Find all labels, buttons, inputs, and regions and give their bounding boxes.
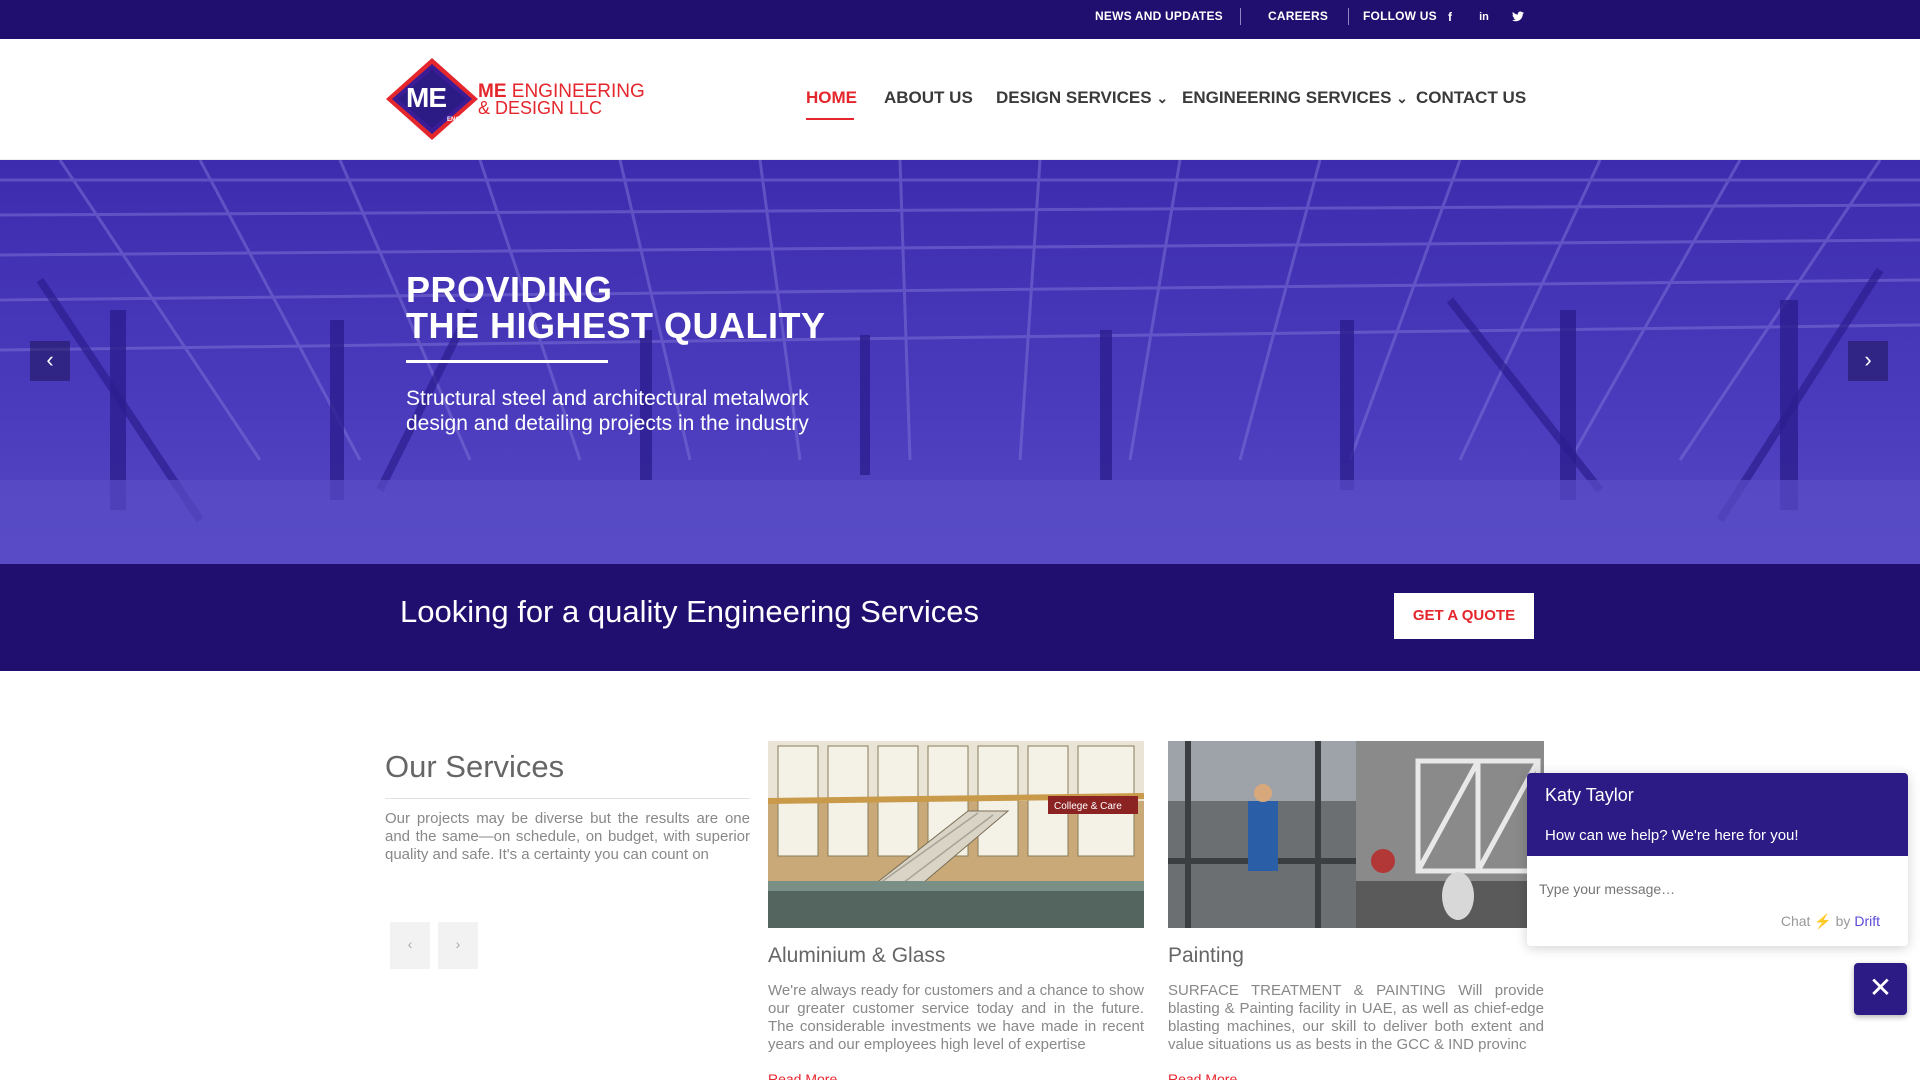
nav-contact-us[interactable]: CONTACT US bbox=[1416, 88, 1526, 108]
chat-greeting: How can we help? We're here for you! bbox=[1545, 827, 1799, 844]
nav-design-services[interactable]: DESIGN SERVICES ⌄ bbox=[996, 88, 1168, 108]
aluminium-glass-read-more-link[interactable]: Read More bbox=[768, 1071, 837, 1080]
chat-close-button[interactable]: ✕ bbox=[1854, 963, 1907, 1015]
hero-title-underline bbox=[406, 360, 608, 363]
services-prev-button[interactable]: ‹ bbox=[390, 922, 430, 969]
lightning-icon: ⚡ bbox=[1814, 913, 1832, 929]
aluminium-glass-sign-text: College & Care bbox=[1054, 801, 1122, 812]
hero-background-image bbox=[0, 160, 1920, 564]
slider-prev-button[interactable]: ‹ bbox=[30, 341, 70, 381]
hero-subtitle: Structural steel and architectural metal… bbox=[406, 387, 809, 435]
painting-read-more-link[interactable]: Read More bbox=[1168, 1071, 1237, 1080]
logo-mark-text: ME bbox=[406, 82, 447, 113]
chat-powered-by[interactable]: Chat ⚡ by Drift bbox=[1781, 913, 1880, 930]
painting-text: SURFACE TREATMENT & PAINTING Will provid… bbox=[1168, 982, 1544, 1053]
services-next-button[interactable]: › bbox=[438, 922, 478, 969]
get-a-quote-button[interactable]: GET A QUOTE bbox=[1394, 593, 1534, 639]
logo-mark-small-text: ENGG bbox=[447, 117, 465, 123]
slider-next-button[interactable]: › bbox=[1848, 341, 1888, 381]
cta-band: Looking for a quality Engineering Servic… bbox=[0, 564, 1920, 671]
chat-widget: Katy Taylor How can we help? We're here … bbox=[1527, 773, 1908, 946]
careers-link[interactable]: CAREERS bbox=[1268, 9, 1328, 23]
facebook-icon[interactable]: f bbox=[1441, 8, 1459, 26]
painting-image[interactable] bbox=[1168, 741, 1544, 928]
aluminium-glass-title[interactable]: Aluminium & Glass bbox=[768, 944, 945, 968]
chevron-down-icon: ⌄ bbox=[1396, 90, 1408, 106]
services-description: Our projects may be diverse but the resu… bbox=[385, 810, 750, 863]
chat-agent-name: Katy Taylor bbox=[1545, 785, 1634, 805]
chat-message-input[interactable] bbox=[1539, 881, 1879, 897]
linkedin-icon[interactable]: in bbox=[1475, 8, 1493, 26]
nav-engineering-services[interactable]: ENGINEERING SERVICES ⌄ bbox=[1182, 88, 1408, 108]
hero-title: PROVIDING THE HIGHEST QUALITY bbox=[406, 269, 826, 346]
cta-text: Looking for a quality Engineering Servic… bbox=[400, 594, 980, 629]
topbar-divider bbox=[1240, 8, 1241, 25]
topbar-divider bbox=[1348, 8, 1349, 25]
follow-us-label: FOLLOW US bbox=[1363, 9, 1437, 23]
services-divider bbox=[385, 798, 750, 799]
hero-slider: PROVIDING THE HIGHEST QUALITY Structural… bbox=[0, 160, 1920, 564]
nav-home[interactable]: HOME bbox=[806, 88, 857, 108]
painting-title[interactable]: Painting bbox=[1168, 944, 1244, 968]
chat-header: Katy Taylor How can we help? We're here … bbox=[1527, 773, 1908, 856]
nav-about-us[interactable]: ABOUT US bbox=[884, 88, 973, 108]
services-title: Our Services bbox=[385, 749, 565, 784]
news-and-updates-link[interactable]: NEWS AND UPDATES bbox=[1095, 9, 1223, 23]
chevron-down-icon: ⌄ bbox=[1156, 90, 1169, 106]
aluminium-glass-text: We're always ready for customers and a c… bbox=[768, 982, 1144, 1053]
logo-line-2: & DESIGN LLC bbox=[478, 98, 603, 118]
twitter-icon[interactable] bbox=[1509, 8, 1527, 26]
nav-active-underline bbox=[806, 118, 854, 120]
aluminium-glass-image[interactable]: College & Care bbox=[768, 741, 1144, 928]
top-bar: NEWS AND UPDATES CAREERS FOLLOW US f in bbox=[0, 0, 1920, 39]
